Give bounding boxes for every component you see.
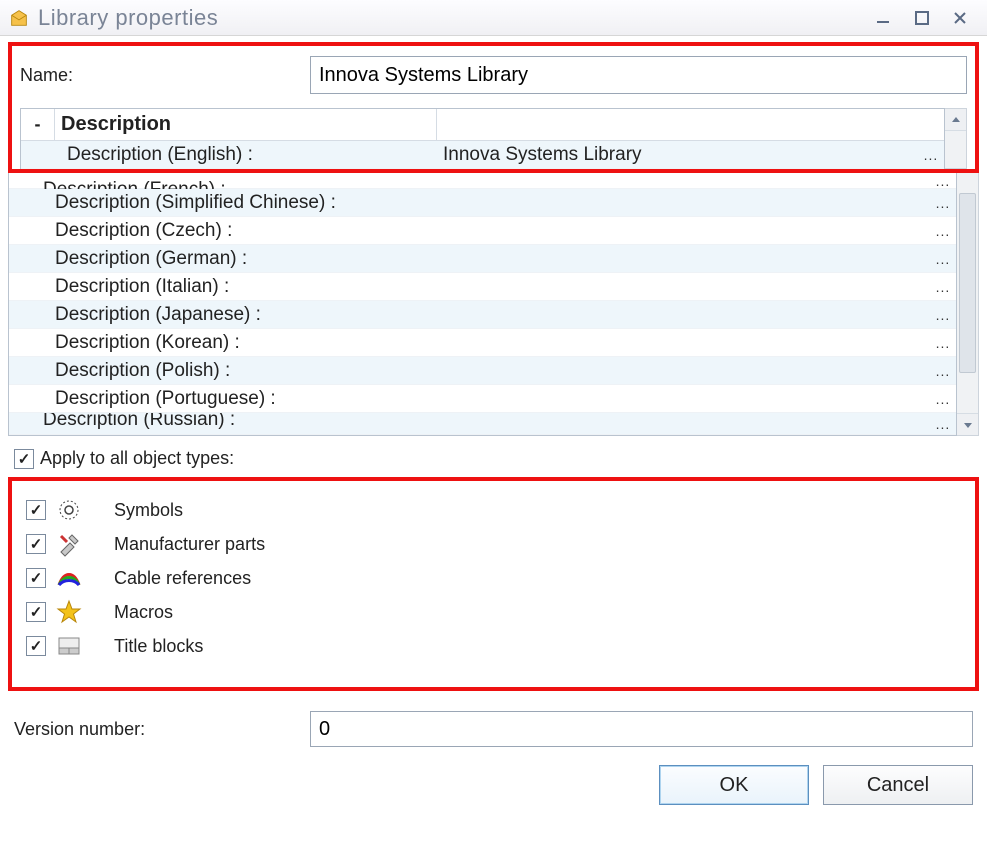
description-row-english[interactable]: Description (English) : Innova Systems L… [21,141,944,169]
object-type-label: Title blocks [114,636,203,657]
collapse-toggle[interactable]: - [21,109,55,140]
object-type-label: Symbols [114,500,183,521]
object-type-label: Cable references [114,568,251,589]
ok-button[interactable]: OK [659,765,809,805]
description-row[interactable]: Description (Simplified Chinese) :... [9,189,956,217]
titlebar: Library properties [0,0,987,36]
description-label: Description (Italian) : [43,276,425,298]
dialog-footer: OK Cancel [0,765,973,805]
grid-scrollbar-rest[interactable] [957,173,979,436]
object-type-label: Manufacturer parts [114,534,265,555]
description-row[interactable]: Description (Polish) :... [9,357,956,385]
object-types-block: ✓ Symbols ✓ Manufacturer parts ✓ Cable refere… [8,477,979,691]
tools-icon [52,531,86,557]
description-row[interactable]: Description (Czech) :... [9,217,956,245]
description-row[interactable]: Description (Russian) :... [9,413,956,435]
object-type-macros: ✓ Macros [26,595,961,629]
object-type-label: Macros [114,602,173,623]
browse-button[interactable]: ... [918,147,944,163]
description-label: Description (Japanese) : [43,304,425,326]
apply-all-row: ✓ Apply to all object types: [14,448,973,469]
browse-button[interactable]: ... [930,363,956,379]
name-label: Name: [20,65,310,86]
description-grid-rest: Description (French) :...Description (Si… [8,173,979,436]
name-and-description-block: Name: - Description Description (English… [8,42,979,173]
apply-all-label: Apply to all object types: [40,448,234,469]
object-type-title-blocks: ✓ Title blocks [26,629,961,663]
object-type-checkbox[interactable]: ✓ [26,534,46,554]
app-icon [8,7,30,29]
name-input[interactable] [310,56,967,94]
object-type-checkbox[interactable]: ✓ [26,636,46,656]
description-label: Description (English) : [55,144,437,166]
browse-button[interactable]: ... [930,391,956,407]
description-row[interactable]: Description (Italian) :... [9,273,956,301]
window-title: Library properties [38,5,218,31]
version-input[interactable] [310,711,973,747]
browse-button[interactable]: ... [930,279,956,295]
version-label: Version number: [14,719,310,740]
scroll-down-icon[interactable] [957,413,978,435]
apply-all-checkbox[interactable]: ✓ [14,449,34,469]
description-label: Description (German) : [43,248,425,270]
object-type-manufacturer-parts: ✓ Manufacturer parts [26,527,961,561]
version-row: Version number: [14,711,973,747]
grid-header[interactable]: - Description [21,109,944,141]
object-type-checkbox[interactable]: ✓ [26,500,46,520]
maximize-button[interactable] [903,5,941,31]
description-label: Description (Polish) : [43,360,425,382]
star-icon [52,599,86,625]
description-label: Description (Czech) : [43,220,425,242]
browse-button[interactable]: ... [930,416,956,432]
description-label: Description (Portuguese) : [43,388,425,410]
description-value[interactable]: Innova Systems Library [437,144,918,166]
description-label: Description (Simplified Chinese) : [43,192,425,214]
object-type-checkbox[interactable]: ✓ [26,602,46,622]
description-label: Description (Korean) : [43,332,425,354]
description-row[interactable]: Description (German) :... [9,245,956,273]
symbols-icon [52,497,86,523]
cancel-button[interactable]: Cancel [823,765,973,805]
scrollbar-thumb[interactable] [959,193,976,373]
cable-icon [52,565,86,591]
browse-button[interactable]: ... [930,335,956,351]
description-row[interactable]: Description (Korean) :... [9,329,956,357]
browse-button[interactable]: ... [930,223,956,239]
object-type-checkbox[interactable]: ✓ [26,568,46,588]
dialog-body: Name: - Description Description (English… [0,42,987,805]
browse-button[interactable]: ... [930,195,956,211]
object-type-symbols: ✓ Symbols [26,493,961,527]
description-row[interactable]: Description (Japanese) :... [9,301,956,329]
browse-button[interactable]: ... [930,251,956,267]
close-button[interactable] [941,5,979,31]
grid-header-label: Description [55,109,437,140]
browse-button[interactable]: ... [930,173,956,189]
browse-button[interactable]: ... [930,307,956,323]
object-type-cable-references: ✓ Cable references [26,561,961,595]
description-row[interactable]: Description (French) :... [9,173,956,189]
minimize-button[interactable] [865,5,903,31]
grid-scrollbar-top[interactable] [945,108,967,169]
description-row[interactable]: Description (Portuguese) :... [9,385,956,413]
scroll-up-icon[interactable] [945,109,966,131]
description-grid-top: - Description Description (English) : In… [20,108,967,169]
titleblock-icon [52,633,86,659]
name-row: Name: [20,56,967,94]
